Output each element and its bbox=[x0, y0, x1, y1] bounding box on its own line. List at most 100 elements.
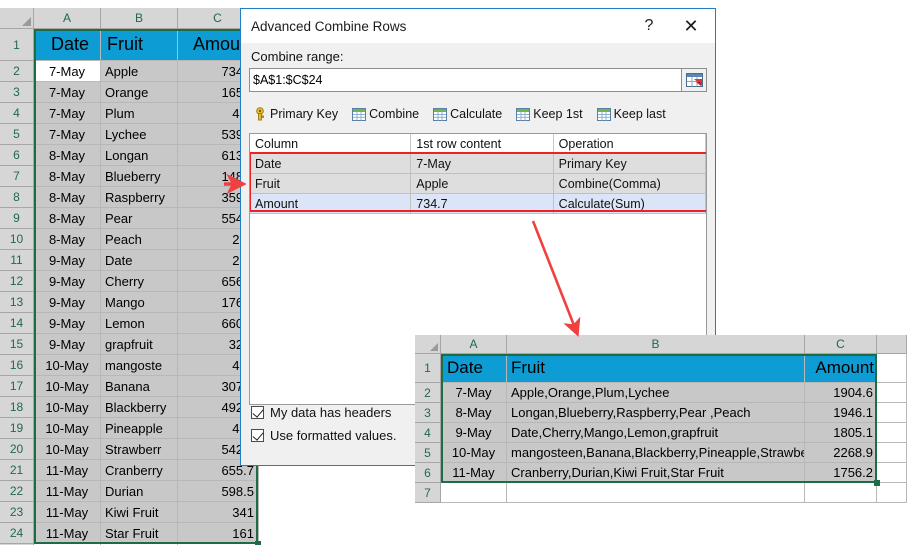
select-all-corner[interactable] bbox=[0, 8, 34, 29]
data-cell[interactable]: Raspberry bbox=[101, 187, 178, 208]
row-header-4[interactable]: 4 bbox=[0, 103, 34, 124]
checkbox-row-my-data-has-headers[interactable]: My data has headers bbox=[251, 405, 396, 420]
result-row-header-3[interactable]: 3 bbox=[415, 403, 441, 423]
data-cell[interactable]: Date bbox=[101, 250, 178, 271]
grid-column-header-2[interactable]: Operation bbox=[553, 134, 706, 153]
result-column-header-c[interactable]: C bbox=[805, 335, 877, 354]
result-data-cell-partial[interactable] bbox=[877, 463, 907, 483]
data-cell[interactable]: 8-May bbox=[34, 229, 101, 250]
grid-row[interactable]: Amount 734.7 Calculate(Sum) bbox=[250, 194, 706, 214]
result-column-header-b[interactable]: B bbox=[507, 335, 805, 354]
row-header-12[interactable]: 12 bbox=[0, 271, 34, 292]
result-select-all-corner[interactable] bbox=[415, 335, 441, 354]
result-row-header-6[interactable]: 6 bbox=[415, 463, 441, 483]
fill-handle[interactable] bbox=[255, 541, 261, 545]
data-cell[interactable]: 10-May bbox=[34, 418, 101, 439]
data-cell[interactable]: 9-May bbox=[34, 292, 101, 313]
toolbar-button-keep-last[interactable]: Keep last bbox=[596, 107, 666, 121]
result-data-cell[interactable]: 7-May bbox=[441, 383, 507, 403]
result-data-cell-partial[interactable] bbox=[877, 423, 907, 443]
data-cell[interactable]: 9-May bbox=[34, 250, 101, 271]
result-data-cell-partial[interactable] bbox=[877, 354, 907, 383]
data-cell[interactable]: 8-May bbox=[34, 145, 101, 166]
result-row-header-4[interactable]: 4 bbox=[415, 423, 441, 443]
row-header-7[interactable]: 7 bbox=[0, 166, 34, 187]
result-data-cell[interactable]: 1805.1 bbox=[805, 423, 877, 443]
row-header-24[interactable]: 24 bbox=[0, 523, 34, 544]
result-empty-cell[interactable] bbox=[507, 483, 805, 503]
data-cell[interactable]: 11-May bbox=[34, 523, 101, 544]
result-data-cell[interactable]: 1946.1 bbox=[805, 403, 877, 423]
close-button[interactable]: ✕ bbox=[671, 9, 711, 43]
grid-column-header-0[interactable]: Column bbox=[250, 134, 412, 153]
row-header-14[interactable]: 14 bbox=[0, 313, 34, 334]
row-header-18[interactable]: 18 bbox=[0, 397, 34, 418]
data-cell[interactable]: 9-May bbox=[34, 334, 101, 355]
data-cell[interactable]: Pineapple bbox=[101, 418, 178, 439]
result-column-header-partial[interactable] bbox=[877, 335, 907, 354]
range-picker-icon[interactable] bbox=[681, 68, 707, 92]
data-cell[interactable]: 7-May bbox=[34, 82, 101, 103]
data-cell[interactable]: 11-May bbox=[34, 460, 101, 481]
result-row-header-1[interactable]: 1 bbox=[415, 354, 441, 383]
result-header-cell[interactable]: Date bbox=[441, 354, 507, 383]
grid-cell[interactable]: Apple bbox=[411, 174, 554, 193]
result-data-cell[interactable]: 2268.9 bbox=[805, 443, 877, 463]
data-cell[interactable]: 9-May bbox=[34, 271, 101, 292]
data-cell[interactable]: Plum bbox=[101, 103, 178, 124]
result-data-cell[interactable]: 1756.2 bbox=[805, 463, 877, 483]
result-data-cell[interactable]: 1904.6 bbox=[805, 383, 877, 403]
result-row-header-5[interactable]: 5 bbox=[415, 443, 441, 463]
combine-range-input[interactable]: $A$1:$C$24 bbox=[249, 68, 681, 92]
header-cell[interactable]: Date bbox=[34, 29, 101, 61]
dialog-titlebar[interactable]: Advanced Combine Rows ? ✕ bbox=[241, 9, 715, 43]
data-cell[interactable]: Cranberry bbox=[101, 460, 178, 481]
result-data-cell[interactable]: Cranberry,Durian,Kiwi Fruit,Star Fruit bbox=[507, 463, 805, 483]
data-cell[interactable]: 341 bbox=[178, 502, 258, 523]
data-cell[interactable]: Lychee bbox=[101, 124, 178, 145]
row-header-5[interactable]: 5 bbox=[0, 124, 34, 145]
result-data-cell[interactable]: 10-May bbox=[441, 443, 507, 463]
data-cell[interactable]: mangoste bbox=[101, 355, 178, 376]
toolbar-button-keep-1st[interactable]: Keep 1st bbox=[516, 107, 583, 121]
data-cell[interactable]: Blueberry bbox=[101, 166, 178, 187]
data-cell[interactable]: 598.5 bbox=[178, 481, 258, 502]
data-cell[interactable]: Lemon bbox=[101, 313, 178, 334]
row-header-20[interactable]: 20 bbox=[0, 439, 34, 460]
data-cell[interactable]: Orange bbox=[101, 82, 178, 103]
data-cell[interactable]: 10-May bbox=[34, 355, 101, 376]
grid-cell[interactable]: Combine(Comma) bbox=[553, 174, 706, 193]
data-cell[interactable]: 161 bbox=[178, 523, 258, 544]
result-row-header-2[interactable]: 2 bbox=[415, 383, 441, 403]
toolbar-button-combine[interactable]: Combine bbox=[352, 107, 419, 121]
data-cell[interactable]: Blackberry bbox=[101, 397, 178, 418]
row-header-23[interactable]: 23 bbox=[0, 502, 34, 523]
result-empty-cell[interactable] bbox=[877, 483, 907, 503]
row-header-6[interactable]: 6 bbox=[0, 145, 34, 166]
column-header-b[interactable]: B bbox=[101, 8, 178, 29]
result-data-cell[interactable]: Date,Cherry,Mango,Lemon,grapfruit bbox=[507, 423, 805, 443]
data-cell[interactable]: Peach bbox=[101, 229, 178, 250]
result-data-cell[interactable]: mangosteen,Banana,Blackberry,Pineapple,S… bbox=[507, 443, 805, 463]
data-cell[interactable]: 10-May bbox=[34, 439, 101, 460]
checkbox-row-use-formatted-values[interactable]: Use formatted values. bbox=[251, 428, 396, 443]
grid-column-header-1[interactable]: 1st row content bbox=[411, 134, 554, 153]
result-data-cell[interactable]: 11-May bbox=[441, 463, 507, 483]
data-cell[interactable]: Mango bbox=[101, 292, 178, 313]
result-header-cell[interactable]: Fruit bbox=[507, 354, 805, 383]
result-header-cell[interactable]: Amount bbox=[805, 354, 877, 383]
data-cell[interactable]: Cherry bbox=[101, 271, 178, 292]
column-header-a[interactable]: A bbox=[34, 8, 101, 29]
toolbar-button-primary-key[interactable]: Primary Key bbox=[253, 107, 338, 121]
grid-cell[interactable]: Date bbox=[250, 154, 412, 173]
data-cell[interactable]: 8-May bbox=[34, 187, 101, 208]
row-header-8[interactable]: 8 bbox=[0, 187, 34, 208]
toolbar-button-calculate[interactable]: Calculate bbox=[433, 107, 502, 121]
row-header-17[interactable]: 17 bbox=[0, 376, 34, 397]
data-cell[interactable]: 11-May bbox=[34, 481, 101, 502]
data-cell[interactable]: 7-May bbox=[34, 124, 101, 145]
data-cell[interactable]: Longan bbox=[101, 145, 178, 166]
row-header-3[interactable]: 3 bbox=[0, 82, 34, 103]
grid-row[interactable]: Fruit Apple Combine(Comma) bbox=[250, 174, 706, 194]
row-header-21[interactable]: 21 bbox=[0, 460, 34, 481]
